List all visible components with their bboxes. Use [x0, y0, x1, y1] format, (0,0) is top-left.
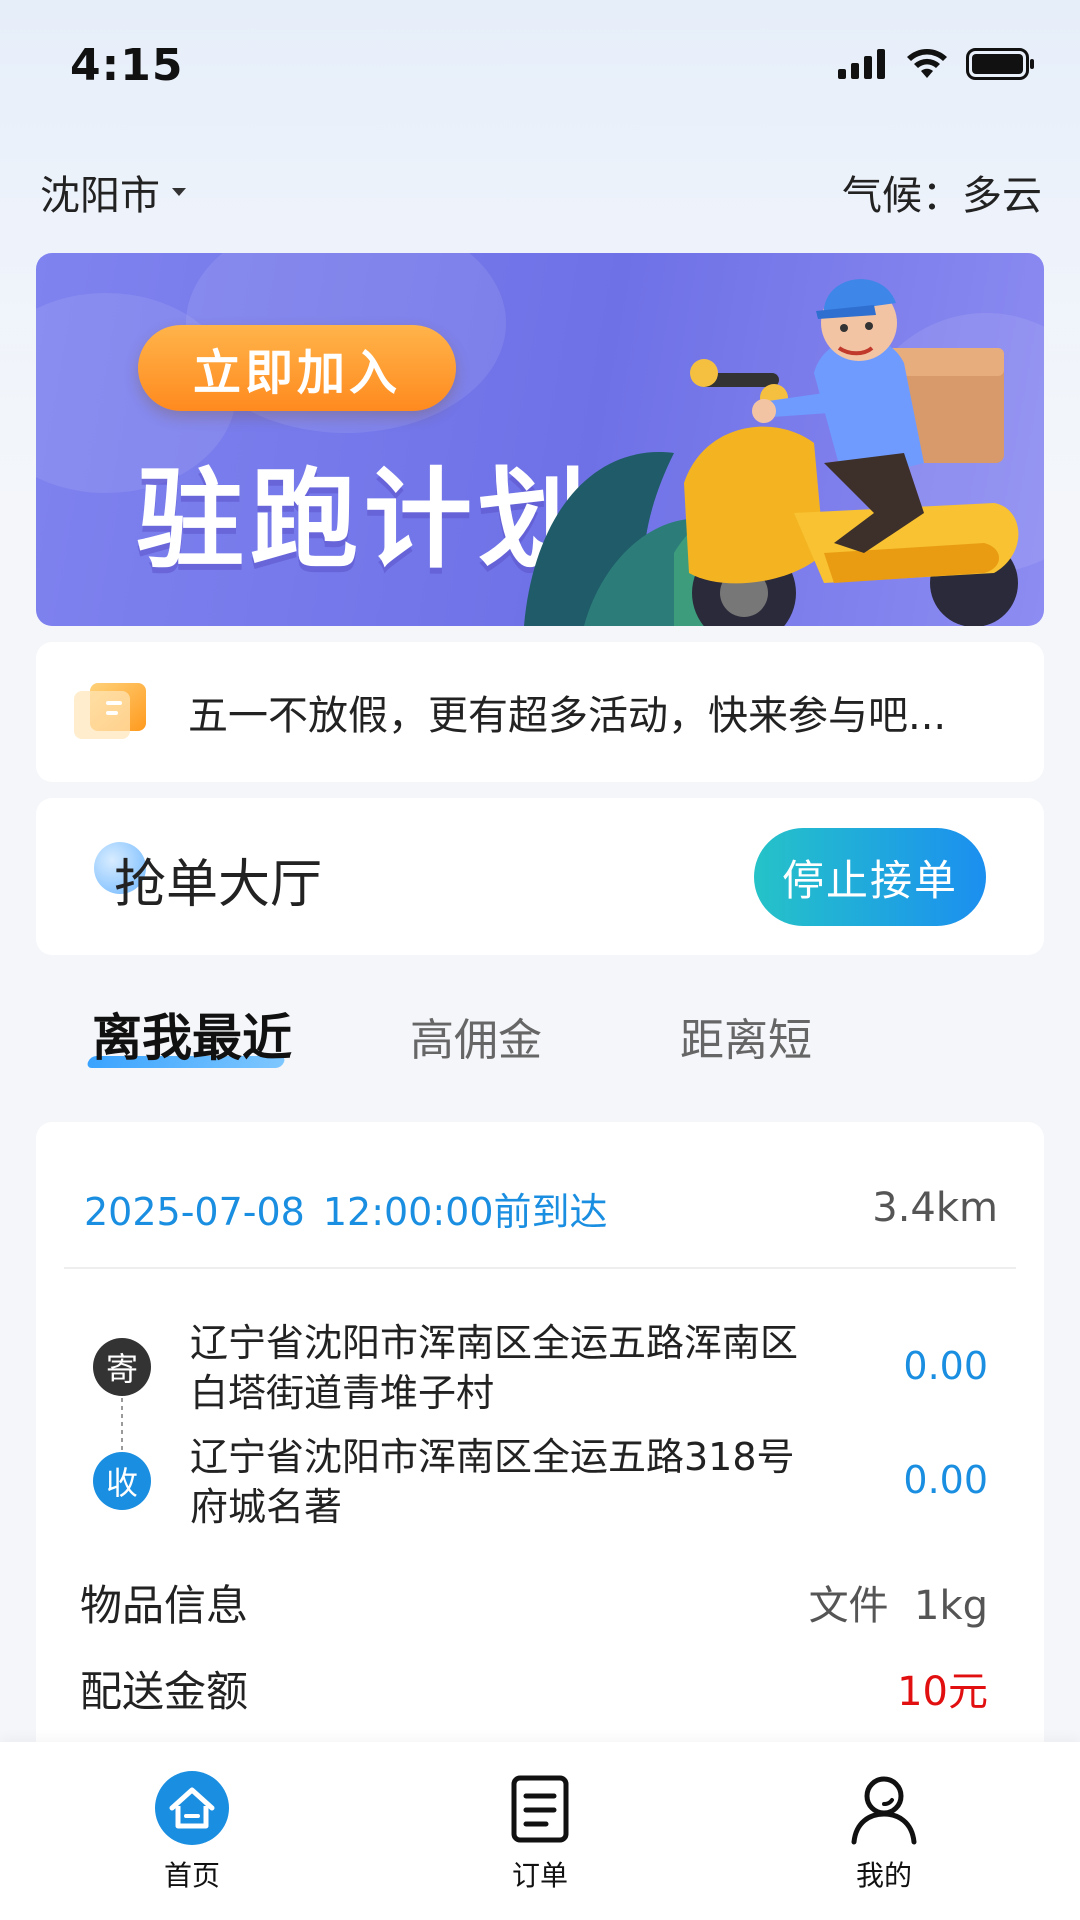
order-list-icon	[502, 1770, 578, 1846]
message-icon	[74, 683, 146, 739]
arrival-time: 2025-07-08 12:00:00前到达	[84, 1181, 608, 1236]
hall-title: 抢单大厅	[114, 855, 323, 915]
signal-icon	[838, 49, 885, 79]
sort-tabs: 离我最近 高佣金 距离短	[36, 990, 1044, 1080]
order-card-header: 2025-07-08 12:00:00前到达 3.4km	[84, 1178, 998, 1238]
receiver-address-line: 辽宁省沈阳市浑南区全运五路318号	[190, 1435, 795, 1479]
caret-down-icon	[172, 188, 186, 196]
courier-scooter-illustration	[524, 279, 1019, 626]
notice-bar[interactable]: 五一不放假，更有超多活动，快来参与吧...	[36, 642, 1044, 782]
promo-banner[interactable]: 立即加入 驻跑计划	[36, 253, 1044, 626]
item-info-label: 物品信息	[80, 1580, 249, 1630]
notice-text: 五一不放假，更有超多活动，快来参与吧...	[188, 693, 947, 739]
stop-accepting-button[interactable]: 停止接单	[754, 828, 986, 926]
tabbar-home-label: 首页	[163, 1859, 220, 1892]
home-icon	[154, 1770, 230, 1846]
tabbar-home[interactable]: 首页	[112, 1770, 272, 1894]
tab-high-commission[interactable]: 高佣金	[410, 1004, 542, 1068]
delivery-fee-label: 配送金额	[80, 1666, 249, 1716]
sender-fee: 0.00	[903, 1344, 988, 1388]
item-info-row: 物品信息 文件 1kg	[80, 1572, 988, 1632]
sender-address: 辽宁省沈阳市浑南区全运五路浑南区 白塔街道青堆子村	[190, 1318, 870, 1418]
tab-nearest[interactable]: 离我最近	[92, 998, 292, 1070]
header: 沈阳市 气候：多云	[40, 160, 1042, 224]
tabbar-profile[interactable]: 我的	[804, 1770, 964, 1894]
receiver-fee: 0.00	[903, 1458, 988, 1502]
receiver-address: 辽宁省沈阳市浑南区全运五路318号 府城名著	[190, 1432, 870, 1532]
order-card[interactable]: 2025-07-08 12:00:00前到达 3.4km 寄 辽宁省沈阳市浑南区全…	[36, 1122, 1044, 1762]
weather-label: 气候：多云	[842, 173, 1042, 219]
tab-short-distance[interactable]: 距离短	[680, 1004, 812, 1068]
sender-address-line: 白塔街道青堆子村	[190, 1371, 495, 1415]
arrival-date: 2025-07-08	[84, 1189, 305, 1234]
receiver-badge: 收	[93, 1452, 151, 1510]
item-info-value: 文件 1kg	[808, 1583, 988, 1629]
card-divider	[64, 1267, 1016, 1269]
city-name: 沈阳市	[40, 173, 160, 219]
battery-icon	[966, 48, 1034, 80]
order-distance: 3.4km	[872, 1185, 998, 1231]
user-icon	[846, 1770, 922, 1846]
tabbar-profile-label: 我的	[855, 1859, 912, 1892]
order-hall-panel: 抢单大厅 停止接单	[36, 798, 1044, 955]
route-connector	[121, 1398, 123, 1450]
arrival-deadline: 12:00:00前到达	[322, 1189, 608, 1234]
city-selector[interactable]: 沈阳市	[40, 163, 186, 221]
status-icons	[838, 48, 1036, 80]
delivery-fee-row: 配送金额 10元	[80, 1658, 988, 1718]
sender-address-line: 辽宁省沈阳市浑南区全运五路浑南区	[190, 1321, 799, 1365]
receiver-address-line: 府城名著	[190, 1485, 343, 1529]
status-time: 4:15	[70, 40, 184, 91]
wifi-icon	[907, 49, 947, 78]
tabbar-orders-label: 订单	[511, 1859, 568, 1892]
tabbar-orders[interactable]: 订单	[460, 1770, 620, 1894]
bottom-tab-bar: 首页 订单 我的	[0, 1742, 1080, 1920]
status-bar: 4:15	[0, 0, 1080, 130]
join-now-button[interactable]: 立即加入	[138, 325, 456, 411]
delivery-fee-value: 10元	[897, 1669, 988, 1715]
sender-badge: 寄	[93, 1338, 151, 1396]
